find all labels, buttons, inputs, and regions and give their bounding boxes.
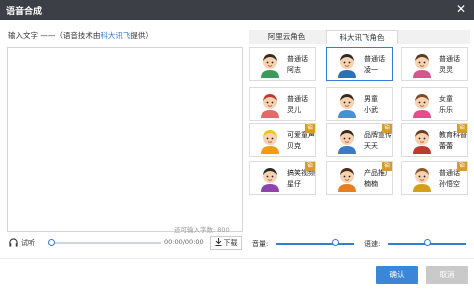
voice-style: 普通话 [439, 55, 460, 63]
vip-badge: 铂 [305, 162, 315, 171]
time-readout: 00:00/00:00 [164, 238, 204, 246]
voice-card[interactable]: 男童 小武 [326, 87, 393, 121]
voice-name: 星仔 [287, 180, 301, 188]
promo-girl-avatar-icon [336, 166, 358, 192]
voice-style: 女童 [439, 95, 453, 103]
progress-knob[interactable] [48, 239, 55, 246]
cancel-button[interactable]: 取消 [426, 266, 468, 284]
vip-badge: 铂 [382, 124, 392, 133]
cute-creature-avatar-icon [259, 128, 281, 154]
teacher-avatar-icon [411, 128, 433, 154]
download-label: 下载 [223, 239, 238, 247]
audio-settings: 音量: 语速: [252, 236, 472, 250]
funny-boy-avatar-icon [259, 166, 281, 192]
voice-name: 蕾蕾 [439, 142, 453, 150]
monkey-king-avatar-icon [411, 166, 433, 192]
download-button[interactable]: 下载 [210, 236, 242, 250]
title-bar: 语音合成 ✕ [0, 0, 474, 20]
vip-badge: 铂 [457, 124, 467, 133]
vip-badge: 铂 [457, 162, 467, 171]
speed-knob[interactable] [424, 239, 431, 246]
progress-bar[interactable] [48, 239, 161, 246]
voice-card[interactable]: 普通话 凌一 [326, 47, 393, 81]
voice-name: 凌一 [364, 66, 378, 74]
little-boy-avatar-icon [336, 92, 358, 118]
voice-style: 普通话 [287, 95, 308, 103]
input-label-suffix: 提供） [130, 31, 153, 40]
confirm-button[interactable]: 确认 [376, 266, 418, 284]
voice-card[interactable]: 普通话 阿志 [249, 47, 316, 81]
voice-card[interactable]: 普通话 灵灵 [401, 47, 468, 81]
voice-name: 灵灵 [439, 66, 453, 74]
footer-divider [0, 258, 474, 259]
girl-red-hair-avatar-icon [259, 92, 281, 118]
man-glasses-avatar-icon [336, 52, 358, 78]
voice-name: 乐乐 [439, 106, 453, 114]
input-label-prefix: 输入文字 ——（语音技术由 [8, 31, 101, 40]
voice-name: 楠楠 [364, 180, 378, 188]
volume-knob[interactable] [331, 239, 339, 246]
volume-slider[interactable] [276, 243, 354, 245]
voice-card[interactable]: 可爱童声 贝克铂 [249, 123, 316, 157]
vip-badge: 铂 [382, 162, 392, 171]
voice-name: 灵儿 [287, 106, 301, 114]
voice-name: 天天 [364, 142, 378, 150]
input-label: 输入文字 ——（语音技术由科大讯飞提供） [8, 30, 153, 41]
tab-aliyun[interactable]: 阿里云角色 [249, 30, 324, 44]
tab-iflytek[interactable]: 科大讯飞角色 [326, 30, 398, 44]
text-input[interactable] [7, 47, 243, 232]
listen-label: 试听 [21, 239, 35, 247]
little-girl-avatar-icon [411, 92, 433, 118]
provider-link[interactable]: 科大讯飞 [100, 31, 130, 40]
voice-card[interactable]: 搞笑视频 星仔铂 [249, 161, 316, 195]
voice-style: 普通话 [364, 55, 385, 63]
voice-tabs: 阿里云角色 科大讯飞角色 [249, 30, 470, 44]
voice-name: 小武 [364, 106, 378, 114]
audio-player: 试听 00:00/00:00 下载 [7, 233, 243, 253]
girl-glasses-avatar-icon [411, 52, 433, 78]
download-icon [215, 238, 222, 248]
listen-button[interactable]: 试听 [9, 236, 35, 250]
voice-name: 孙悟空 [439, 180, 460, 188]
speed-label: 语速: [364, 240, 381, 248]
voice-name: 贝克 [287, 142, 301, 150]
voice-style: 普通话 [287, 55, 308, 63]
voice-card[interactable]: 产品推广 楠楠铂 [326, 161, 393, 195]
voice-card[interactable]: 普通话 孙悟空铂 [401, 161, 468, 195]
voice-card[interactable]: 教育科普 蕾蕾铂 [401, 123, 468, 157]
voice-card[interactable]: 女童 乐乐 [401, 87, 468, 121]
brand-host-avatar-icon [336, 128, 358, 154]
volume-label: 音量: [252, 240, 269, 248]
window-title: 语音合成 [6, 7, 43, 17]
close-icon[interactable]: ✕ [454, 2, 468, 16]
boy-avatar-icon [259, 52, 281, 78]
voice-style: 男童 [364, 95, 378, 103]
headphones-icon [9, 237, 18, 249]
voice-name: 阿志 [287, 66, 301, 74]
vip-badge: 铂 [305, 124, 315, 133]
voice-card[interactable]: 普通话 灵儿 [249, 87, 316, 121]
voice-card[interactable]: 品牌宣传 天天铂 [326, 123, 393, 157]
